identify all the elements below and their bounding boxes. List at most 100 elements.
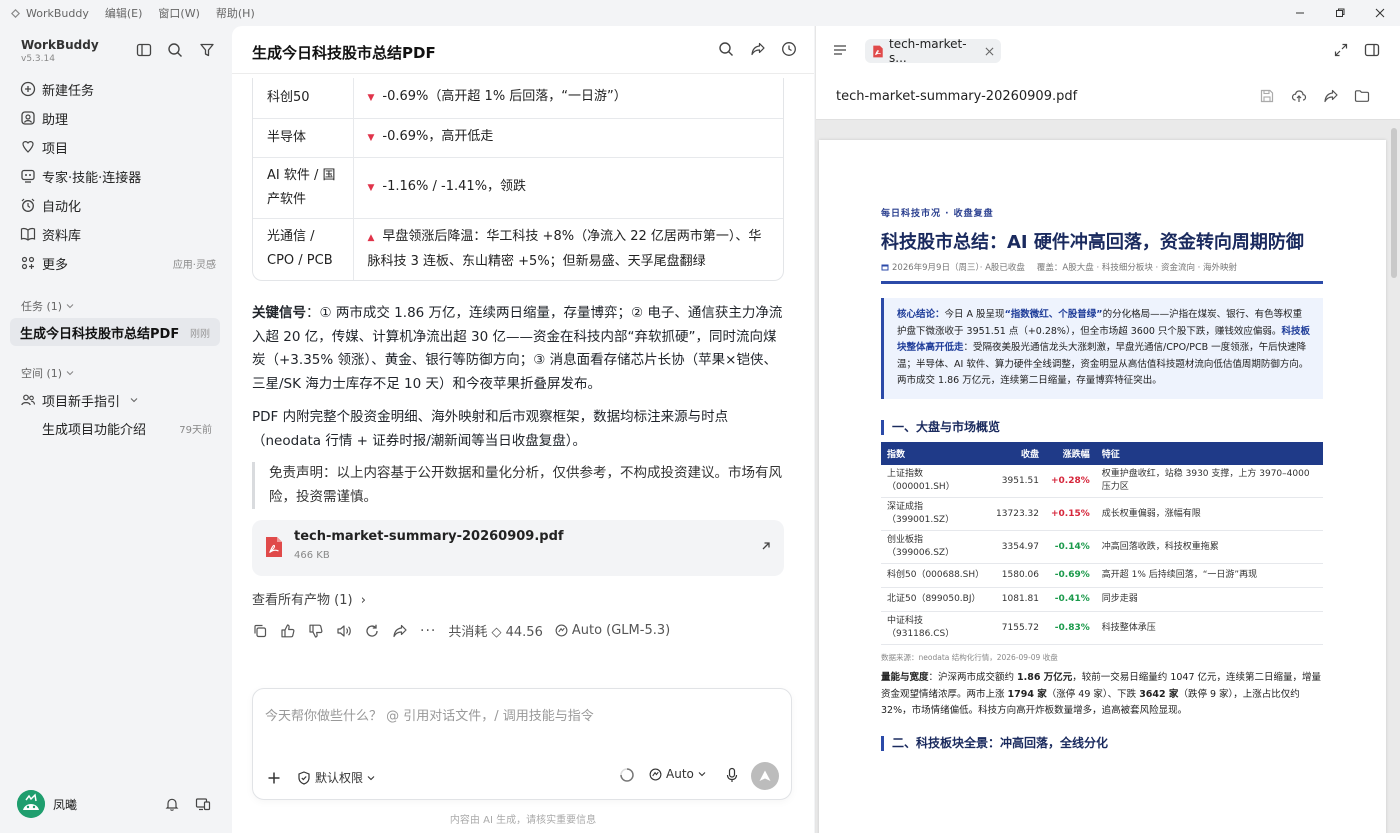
upload-icon[interactable] <box>1291 88 1307 104</box>
chevron-down-icon <box>66 302 74 310</box>
menu-help[interactable]: 帮助(H) <box>216 5 255 21</box>
devices-icon[interactable] <box>195 796 211 812</box>
space-child-time: 79天前 <box>179 424 212 436</box>
down-triangle-icon: ▼ <box>367 183 375 193</box>
nav-label: 专家·技能·连接器 <box>42 170 142 186</box>
cell-note: 权重护盘收红，站稳 3930 支撑，上方 3970–4000 压力区 <box>1095 465 1323 498</box>
nav-more[interactable]: 更多 应用·灵感 <box>20 252 216 274</box>
thumbs-up-icon[interactable] <box>280 623 296 639</box>
cell-change: -0.14% <box>1045 530 1096 564</box>
sidebar-app-name: WorkBuddy <box>21 38 99 52</box>
file-card[interactable]: tech-market-summary-20260909.pdf 466 KB <box>252 520 784 576</box>
task-item-active[interactable]: 生成今日科技股市总结PDF 刚刚 <box>10 318 220 346</box>
task-time: 刚刚 <box>190 328 210 340</box>
sidebar-toggle-icon[interactable] <box>136 42 154 60</box>
history-icon[interactable] <box>781 41 799 59</box>
project-icon <box>20 139 36 155</box>
nav-library[interactable]: 资料库 <box>20 223 216 245</box>
add-attachment-icon[interactable] <box>267 771 281 785</box>
minimize-button[interactable] <box>1280 0 1320 26</box>
menu-window[interactable]: 窗口(W) <box>158 5 199 21</box>
permission-dropdown[interactable]: 默认权限 <box>297 769 375 786</box>
loading-spinner-icon <box>619 767 635 783</box>
close-tab-icon[interactable] <box>985 47 994 56</box>
folder-icon[interactable] <box>1354 88 1370 104</box>
file-viewer: tech-market-s... tech-market-summary-202… <box>815 26 1400 833</box>
thumbs-down-icon[interactable] <box>308 623 324 639</box>
cell-text: 早盘领涨后降温：华工科技 +8%（净流入 22 亿居两市第一）、华脉科技 3 连… <box>367 228 762 269</box>
expand-icon[interactable] <box>1333 42 1349 58</box>
viewer-tab[interactable]: tech-market-s... <box>865 37 1001 65</box>
open-external-icon[interactable] <box>760 540 772 552</box>
viewer-tab-label: tech-market-s... <box>889 37 967 65</box>
cell-close: 13723.32 <box>989 497 1045 531</box>
pdf-title: 科技股市总结：AI 硬件冲高回落，资金转向周期防御 <box>881 232 1304 253</box>
table-cell-value: ▲ 早盘领涨后降温：华工科技 +8%（净流入 22 亿居两市第一）、华脉科技 3 … <box>353 218 783 280</box>
cell-note: 科技整体承压 <box>1095 611 1323 645</box>
pdf-viewport[interactable]: 每日科技市况 · 收盘复盘 科技股市总结：AI 硬件冲高回落，资金转向周期防御 … <box>816 119 1400 833</box>
speaker-icon[interactable] <box>336 623 352 639</box>
nav-experts[interactable]: 专家·技能·连接器 <box>20 165 216 187</box>
search-icon[interactable] <box>718 41 736 59</box>
cell-text: -1.16% / -1.41%，领跌 <box>382 179 527 194</box>
avatar <box>17 790 45 818</box>
space-child-item[interactable]: 生成项目功能介绍 79天前 <box>42 417 212 439</box>
menu-edit[interactable]: 编辑(E) <box>105 5 143 21</box>
message-composer[interactable]: 今天帮你做些什么？ @ 引用对话文件，/ 调用技能与指令 默认权限 Auto <box>252 688 792 800</box>
spaces-section-header[interactable]: 空间 (1) <box>21 365 74 381</box>
panel-toggle-icon[interactable] <box>1364 42 1380 58</box>
chevron-down-icon <box>698 770 706 778</box>
share-icon[interactable] <box>1323 88 1339 104</box>
model-icon <box>649 768 662 781</box>
model-selector[interactable]: Auto <box>649 767 706 781</box>
microphone-icon[interactable] <box>725 767 739 783</box>
cell-close: 1081.81 <box>989 587 1045 612</box>
app-title: WorkBuddy <box>26 6 89 20</box>
bell-icon[interactable] <box>164 796 180 812</box>
nav-project[interactable]: 项目 <box>20 136 216 158</box>
tasks-section-header[interactable]: 任务 (1) <box>21 298 74 314</box>
table-cell-name: 半导体 <box>253 118 354 158</box>
model-selector-label: Auto <box>666 767 694 781</box>
table-header-row: 指数 收盘 涨跌幅 特征 <box>881 442 1323 465</box>
viewer-filename: tech-market-summary-20260909.pdf <box>836 89 1078 104</box>
nav-assistant[interactable]: 助理 <box>20 107 216 129</box>
regenerate-icon[interactable] <box>364 623 380 639</box>
maximize-button[interactable] <box>1320 0 1360 26</box>
chevron-right-icon: › <box>360 593 366 608</box>
token-usage: 共消耗 ◇ 44.56 <box>448 625 543 640</box>
send-button[interactable] <box>751 762 779 790</box>
share-icon[interactable] <box>392 623 408 639</box>
cell-change: +0.28% <box>1045 465 1096 498</box>
pdf-section-heading: 二、科技板块全景：冲高回落，全线分化 <box>881 736 1108 751</box>
nav-new-task[interactable]: 新建任务 <box>20 78 216 100</box>
file-name: tech-market-summary-20260909.pdf <box>294 529 564 544</box>
grid-icon <box>20 255 36 271</box>
filter-icon[interactable] <box>199 42 217 60</box>
cell-change: +0.15% <box>1045 497 1096 531</box>
shield-check-icon <box>297 770 311 785</box>
cell-index: 深证成指（399001.SZ） <box>881 497 989 531</box>
table-cell-name: 光通信 / CPO / PCB <box>253 218 354 280</box>
user-name: 凤曦 <box>53 797 78 812</box>
cell-note: 高开超 1% 后持续回落，“一日游”再现 <box>1095 563 1323 588</box>
view-all-artifacts-link[interactable]: 查看所有产物 (1) › <box>252 589 366 608</box>
core-label: 核心结论： <box>897 309 945 320</box>
nav-automation[interactable]: 自动化 <box>20 194 216 216</box>
search-icon[interactable] <box>167 42 185 60</box>
menu-icon[interactable] <box>832 42 848 58</box>
composer-toolbar: 默认权限 <box>267 769 375 786</box>
composer-placeholder[interactable]: 今天帮你做些什么？ @ 引用对话文件，/ 调用技能与指令 <box>265 705 594 724</box>
user-profile[interactable]: 凤曦 <box>17 790 77 818</box>
copy-icon[interactable] <box>252 623 268 639</box>
cell-index: 创业板指（399006.SZ） <box>881 530 989 564</box>
chat-header: 生成今日科技股市总结PDF <box>232 26 814 74</box>
share-icon[interactable] <box>750 41 768 59</box>
space-item-guide[interactable]: 项目新手指引 <box>20 389 216 411</box>
close-window-button[interactable] <box>1360 0 1400 26</box>
more-icon[interactable]: ··· <box>420 623 436 639</box>
save-icon[interactable] <box>1259 88 1275 104</box>
pdf-scrollbar[interactable] <box>1391 128 1397 278</box>
table-row: 上证指数（000001.SH） 3951.51 +0.28% 权重护盘收红，站稳… <box>881 465 1323 498</box>
disclaimer-quote: 免责声明：以上内容基于公开数据和量化分析，仅供参考，不构成投资建议。市场有风险，… <box>252 462 784 509</box>
